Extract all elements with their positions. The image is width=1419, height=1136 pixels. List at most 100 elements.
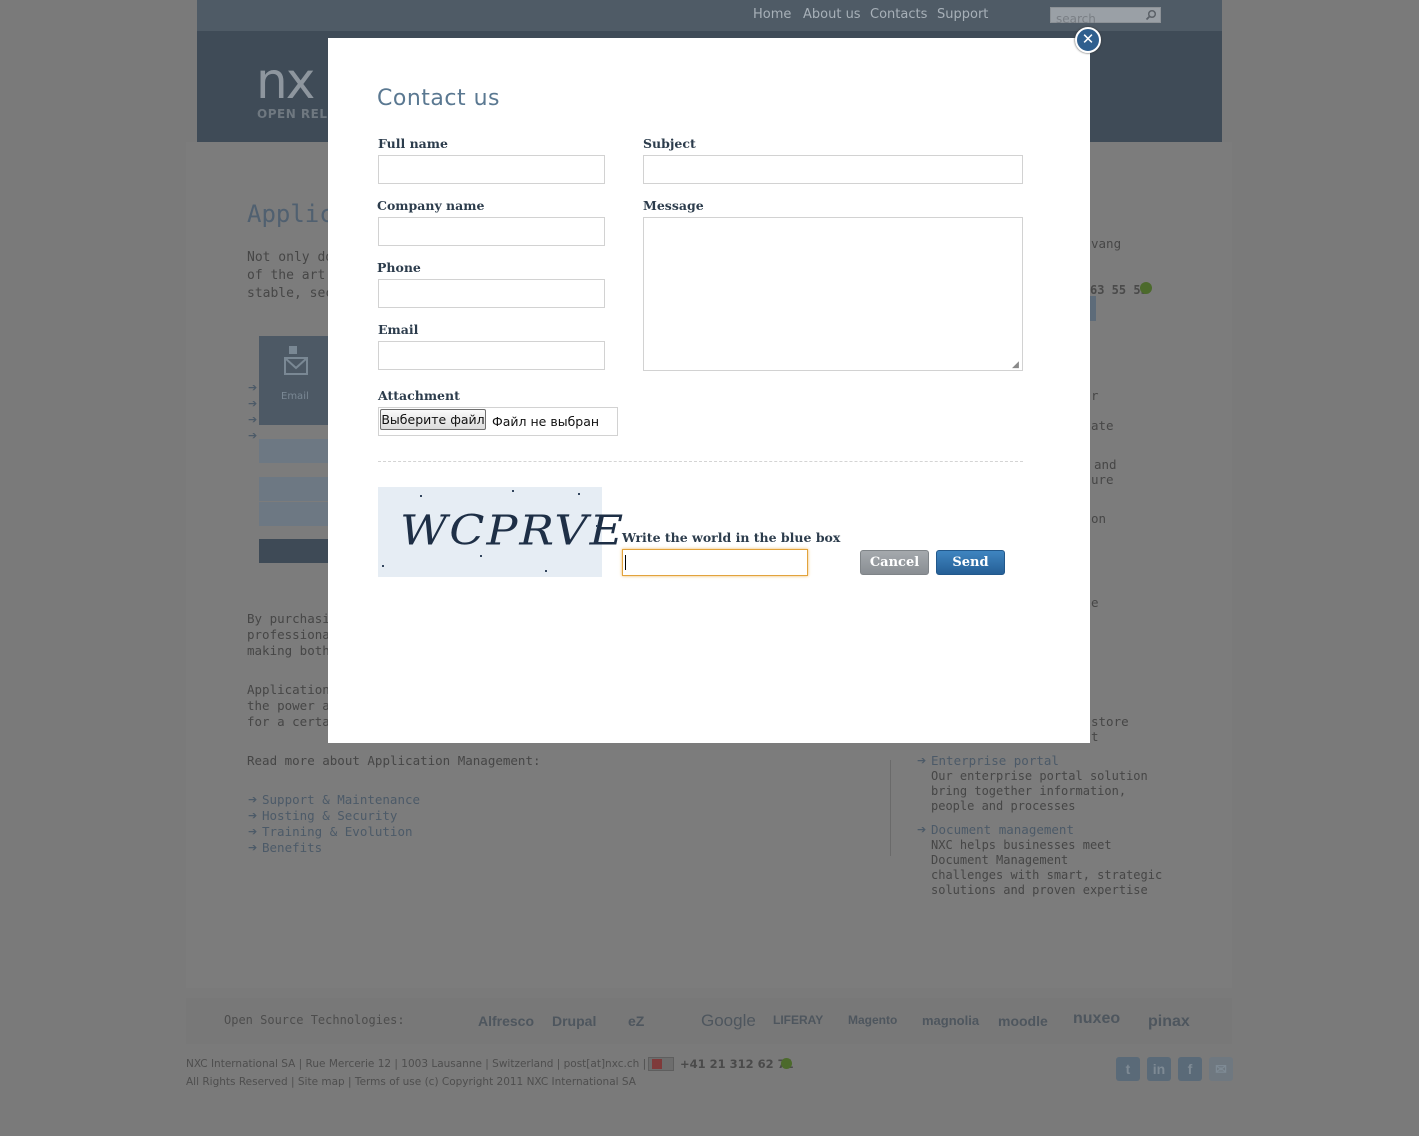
- email-tile-label: Email: [281, 391, 309, 402]
- enterprise-portal-desc-2: bring together information,: [931, 784, 1127, 798]
- sidebar-fragment: ate: [1091, 418, 1114, 433]
- doc-mgmt-desc-3: challenges with smart, strategic: [931, 868, 1163, 882]
- link-training-evolution[interactable]: Training & Evolution: [262, 824, 413, 839]
- phone-icon: [1140, 282, 1152, 294]
- resize-grip-icon[interactable]: ◢: [1012, 360, 1019, 370]
- email-tile-icon: [284, 346, 308, 375]
- logo[interactable]: nx: [256, 56, 315, 106]
- link-support-maintenance[interactable]: Support & Maintenance: [262, 792, 420, 807]
- link-arrow-icon: ➔: [248, 825, 258, 838]
- bullet-arrow-icon: ➔: [248, 397, 258, 410]
- feature-bar[interactable]: [259, 502, 329, 526]
- ez-logo[interactable]: eZ: [628, 1013, 644, 1029]
- search-input[interactable]: [1051, 12, 1143, 26]
- page-stage: Home About us Contacts Support nx OPEN R…: [0, 0, 1419, 1136]
- drupal-logo[interactable]: Drupal: [552, 1013, 596, 1029]
- sidebar-fragment: ure: [1091, 472, 1114, 487]
- file-status: Файл не выбран: [492, 414, 600, 429]
- company-name-input[interactable]: [378, 217, 605, 246]
- search-icon[interactable]: [1145, 9, 1157, 21]
- message-textarea[interactable]: [643, 217, 1023, 371]
- close-icon[interactable]: ✕: [1075, 27, 1101, 53]
- link-arrow-icon: ➔: [248, 793, 258, 806]
- swiss-flag-icon: [652, 1059, 662, 1069]
- cancel-button[interactable]: Cancel: [860, 550, 929, 575]
- captcha-noise: [420, 495, 422, 497]
- email-input[interactable]: [378, 341, 605, 370]
- moodle-logo[interactable]: moodle: [998, 1013, 1048, 1029]
- form-divider: [378, 461, 1023, 462]
- doc-mgmt-desc-4: solutions and proven expertise: [931, 883, 1148, 897]
- captcha-noise: [545, 570, 547, 572]
- read-more-text: Read more about Application Management:: [247, 753, 541, 768]
- link-benefits[interactable]: Benefits: [262, 840, 322, 855]
- feature-bar[interactable]: [259, 539, 329, 563]
- twitter-icon[interactable]: t: [1116, 1057, 1140, 1081]
- captcha-noise: [596, 525, 598, 527]
- magento-logo[interactable]: Magento: [848, 1013, 897, 1027]
- linkedin-icon[interactable]: in: [1147, 1057, 1171, 1081]
- email-label: Email: [378, 322, 419, 337]
- footer-phone: +41 21 312 62 71: [680, 1057, 794, 1071]
- captcha-text: WCPRVE: [400, 505, 626, 555]
- link-hosting-security[interactable]: Hosting & Security: [262, 808, 397, 823]
- email-tile[interactable]: Email: [259, 336, 329, 425]
- sidebar-arrow-icon: ➔: [917, 754, 927, 767]
- phone-label: Phone: [377, 260, 421, 275]
- subject-input[interactable]: [643, 155, 1023, 184]
- modal-title: Contact us: [377, 86, 500, 111]
- magnolia-logo[interactable]: magnolia: [922, 1013, 979, 1028]
- facebook-icon[interactable]: f: [1178, 1057, 1202, 1081]
- sidebar-button-edge[interactable]: [1090, 296, 1096, 321]
- liferay-logo[interactable]: LIFERAY: [773, 1013, 823, 1027]
- feature-bar[interactable]: [259, 439, 329, 463]
- send-button[interactable]: Send: [936, 550, 1005, 575]
- captcha-noise: [382, 565, 384, 567]
- captcha-noise: [512, 490, 514, 492]
- bullet-arrow-icon: ➔: [248, 429, 258, 442]
- sidebar-fragment: store: [1091, 714, 1129, 729]
- captcha-input[interactable]: [622, 549, 808, 576]
- captcha-noise: [480, 555, 482, 557]
- pinax-logo[interactable]: pinax: [1148, 1013, 1190, 1031]
- full-name-input[interactable]: [378, 155, 605, 184]
- sidebar-fragment: t: [1091, 729, 1099, 744]
- nav-support[interactable]: Support: [937, 7, 988, 22]
- footer-address: NXC International SA | Rue Mercerie 12 |…: [186, 1058, 647, 1070]
- bullet-arrow-icon: ➔: [248, 381, 258, 394]
- nuxeo-logo[interactable]: nuxeo: [1073, 1010, 1120, 1028]
- bullet-arrow-icon: ➔: [248, 413, 258, 426]
- intro-line-3: stable, secu: [247, 286, 341, 301]
- doc-mgmt-desc-1: NXC helps businesses meet: [931, 838, 1112, 852]
- feature-bar[interactable]: [259, 477, 329, 501]
- company-name-label: Company name: [377, 198, 485, 213]
- nav-home[interactable]: Home: [753, 7, 791, 22]
- technologies-label: Open Source Technologies:: [224, 1013, 405, 1027]
- intro-line-1: Not only do: [247, 250, 334, 265]
- captcha-label: Write the world in the blue box: [622, 530, 841, 545]
- link-arrow-icon: ➔: [248, 809, 258, 822]
- choose-file-button[interactable]: Выберите файл: [380, 409, 486, 430]
- sidebar-fragment: e: [1091, 595, 1099, 610]
- captcha-noise: [578, 493, 580, 495]
- doc-mgmt-desc-2: Document Management: [931, 853, 1069, 867]
- nav-about-us[interactable]: About us: [803, 7, 861, 22]
- sidebar-phone: 63 55 55: [1090, 283, 1148, 297]
- phone-icon: [781, 1058, 792, 1069]
- sidebar-link-enterprise-portal[interactable]: Enterprise portal: [931, 753, 1059, 768]
- intro-line-2: of the art A: [247, 268, 341, 283]
- sidebar-link-document-management[interactable]: Document management: [931, 822, 1074, 837]
- mail-icon[interactable]: ✉: [1209, 1057, 1233, 1081]
- google-logo[interactable]: Google: [701, 1011, 756, 1031]
- sidebar-arrow-icon: ➔: [917, 823, 927, 836]
- enterprise-portal-desc-1: Our enterprise portal solution: [931, 769, 1148, 783]
- footer-legal[interactable]: All Rights Reserved | Site map | Terms o…: [186, 1076, 636, 1088]
- attachment-label: Attachment: [378, 388, 460, 403]
- sidebar-fragment: on: [1091, 511, 1107, 526]
- nav-contacts[interactable]: Contacts: [870, 7, 927, 22]
- phone-input[interactable]: [378, 279, 605, 308]
- sidebar-fragment: vang: [1091, 236, 1122, 251]
- subject-label: Subject: [643, 136, 696, 151]
- alfresco-logo[interactable]: Alfresco: [478, 1013, 534, 1029]
- enterprise-portal-desc-3: people and processes: [931, 799, 1076, 813]
